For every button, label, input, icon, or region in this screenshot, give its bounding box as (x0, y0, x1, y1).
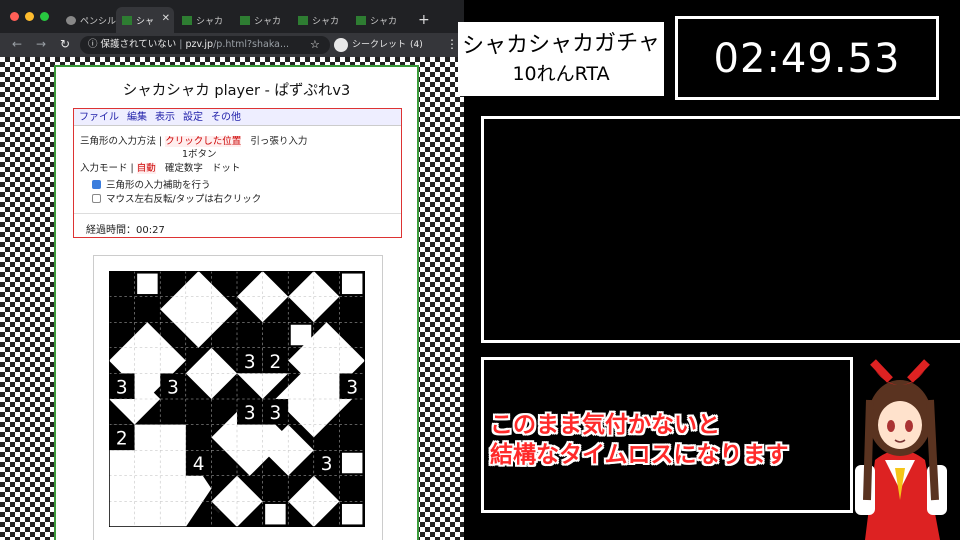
bookmark-star-icon[interactable]: ☆ (310, 38, 320, 51)
back-icon[interactable]: ← (12, 37, 22, 51)
white-square (265, 503, 286, 525)
camera-frame (481, 116, 960, 343)
menu-file[interactable]: ファイル (79, 109, 119, 125)
clue-number: 2 (116, 429, 128, 450)
clue-number: 3 (244, 352, 256, 373)
input-mode-auto[interactable]: 自動 (136, 163, 156, 174)
input-method-row: 三角形の入力方法 | クリックした位置 引っ張り入力 (80, 136, 308, 147)
close-tab-icon[interactable]: ✕ (162, 13, 170, 24)
globe-icon (66, 15, 76, 25)
clue-number: 3 (167, 377, 179, 398)
input-method-drag[interactable]: 引っ張り入力 (250, 136, 307, 147)
forward-icon[interactable]: → (36, 37, 46, 51)
subtitle-text: このまま気付かないと 結構なタイムロスになります (490, 412, 789, 468)
menu-other[interactable]: その他 (211, 109, 241, 125)
white-square (341, 452, 363, 474)
mouse-cursor-icon: ⬉ (212, 503, 222, 516)
clue-number: 3 (244, 403, 256, 424)
clue-number: 3 (321, 454, 333, 475)
tab-1[interactable]: シャ ✕ (116, 7, 174, 33)
address-bar[interactable]: ⓘ 保護されていない | pzv.jp/p.html?shaka... (80, 36, 330, 54)
puzzle-favicon-icon (182, 15, 192, 25)
input-mode-dot[interactable]: ドット (212, 163, 241, 174)
input-mode-row: 入力モード | 自動 確定数字 ドット (80, 163, 241, 174)
maximize-window-button[interactable] (40, 12, 49, 21)
incognito-icon (334, 38, 348, 52)
puzzle-favicon-icon (122, 15, 132, 25)
checkbox-mouse-swap[interactable]: マウス左右反転/タップは右クリック (92, 191, 261, 205)
puzzle-favicon-icon (298, 15, 308, 25)
browser-window: ペンシル シャ ✕ シャカ シャカ シャカ シャカ + ← → ↻ ⓘ 保護されて… (0, 0, 464, 540)
tab-3[interactable]: シャカ (234, 7, 290, 33)
elapsed-time: 経過時間：00:27 (74, 213, 401, 236)
page-viewport: シャカシャカ player - ぱずぷれv3 ファイル 編集 表示 設定 その他… (0, 57, 464, 540)
speedrun-timer: 02:49.53 (675, 16, 939, 100)
input-mode-fixed-number[interactable]: 確定数字 (165, 163, 203, 174)
input-method-one-button[interactable]: 1ボタン (182, 146, 217, 160)
new-tab-button[interactable]: + (412, 7, 430, 33)
tab-4[interactable]: シャカ (292, 7, 348, 33)
clue-number: 4 (193, 454, 205, 475)
puzzle-favicon-icon (356, 15, 366, 25)
page-title: シャカシャカ player - ぱずぷれv3 (122, 83, 351, 99)
browser-toolbar: ← → ↻ ⓘ 保護されていない | pzv.jp/p.html?shaka..… (0, 33, 464, 57)
menu-view[interactable]: 表示 (155, 109, 175, 125)
title-logo: シャカシャカガチャ 10れんRTA (458, 22, 664, 96)
info-icon: ⓘ (88, 39, 101, 50)
puzzle-favicon-icon (240, 15, 250, 25)
tab-bar: ペンシル シャ ✕ シャカ シャカ シャカ シャカ + (0, 0, 464, 33)
white-square (290, 324, 312, 346)
checkbox-triangle-assist[interactable]: 三角形の入力補助を行う (92, 177, 211, 191)
board-frame: 3233333243 ⬉ (93, 255, 383, 540)
white-square (341, 503, 363, 525)
puzzle-board[interactable]: 3233333243 (109, 271, 365, 527)
menu-edit[interactable]: 編集 (127, 109, 147, 125)
clue-number: 2 (270, 352, 282, 373)
tab-2[interactable]: シャカ (176, 7, 232, 33)
incognito-indicator[interactable]: シークレット (4) (334, 36, 423, 54)
checkbox-unchecked-icon[interactable] (92, 194, 101, 203)
reload-icon[interactable]: ↻ (60, 37, 70, 51)
white-square (341, 273, 363, 295)
puzzle-page: シャカシャカ player - ぱずぷれv3 ファイル 編集 表示 設定 その他… (54, 65, 419, 540)
clue-number: 3 (270, 403, 282, 424)
checkbox-checked-icon[interactable] (92, 180, 101, 189)
minimize-window-button[interactable] (25, 12, 34, 21)
tab-5[interactable]: シャカ (350, 7, 406, 33)
close-window-button[interactable] (10, 12, 19, 21)
clue-number: 3 (116, 377, 128, 398)
clue-number: 3 (346, 377, 358, 398)
character-avatar (855, 359, 947, 540)
more-menu-icon[interactable]: ⋮ (446, 37, 458, 51)
control-panel: ファイル 編集 表示 設定 その他 三角形の入力方法 | クリックした位置 引っ… (73, 108, 402, 238)
menu-settings[interactable]: 設定 (183, 109, 203, 125)
white-square (137, 273, 158, 295)
tab-0[interactable]: ペンシル (60, 7, 116, 33)
menu-bar: ファイル 編集 表示 設定 その他 (74, 109, 401, 126)
